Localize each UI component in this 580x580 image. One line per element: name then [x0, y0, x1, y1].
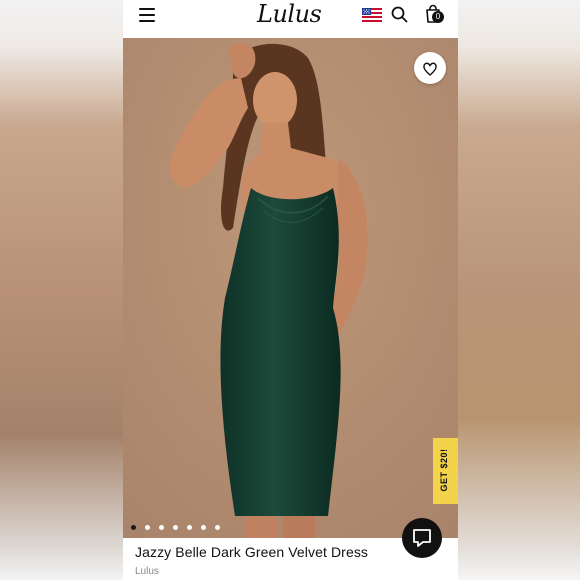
carousel-dot[interactable]: [159, 525, 164, 530]
carousel-dot[interactable]: [173, 525, 178, 530]
promo-label: GET $20!: [439, 448, 449, 492]
phone-screen: Lulus 0 GET $20! Jazzy Belle Dark Green …: [123, 0, 458, 580]
chat-button[interactable]: [402, 518, 442, 558]
carousel-dot[interactable]: [131, 525, 136, 530]
carousel-dot[interactable]: [187, 525, 192, 530]
product-brand[interactable]: Lulus: [135, 566, 235, 580]
cart-count-badge: 0: [432, 11, 444, 23]
carousel-dot[interactable]: [201, 525, 206, 530]
left-background-blur: [0, 0, 123, 580]
us-flag-icon[interactable]: [362, 8, 382, 22]
hamburger-menu-icon[interactable]: [139, 8, 155, 22]
lulus-logo[interactable]: Lulus: [257, 0, 327, 30]
model-photo: [123, 38, 458, 538]
carousel-dot[interactable]: [145, 525, 150, 530]
product-image[interactable]: GET $20!: [123, 38, 458, 538]
logo-text: Lulus: [257, 0, 322, 28]
site-header: Lulus 0: [123, 0, 458, 38]
wishlist-button[interactable]: [414, 52, 446, 84]
right-background-blur: [458, 0, 580, 580]
product-title: Jazzy Belle Dark Green Velvet Dress: [135, 544, 369, 560]
search-icon[interactable]: [391, 6, 408, 23]
promo-tab[interactable]: GET $20!: [433, 438, 458, 504]
chat-bubble-icon: [413, 529, 431, 547]
carousel-dot[interactable]: [215, 525, 220, 530]
heart-icon: [423, 62, 437, 76]
